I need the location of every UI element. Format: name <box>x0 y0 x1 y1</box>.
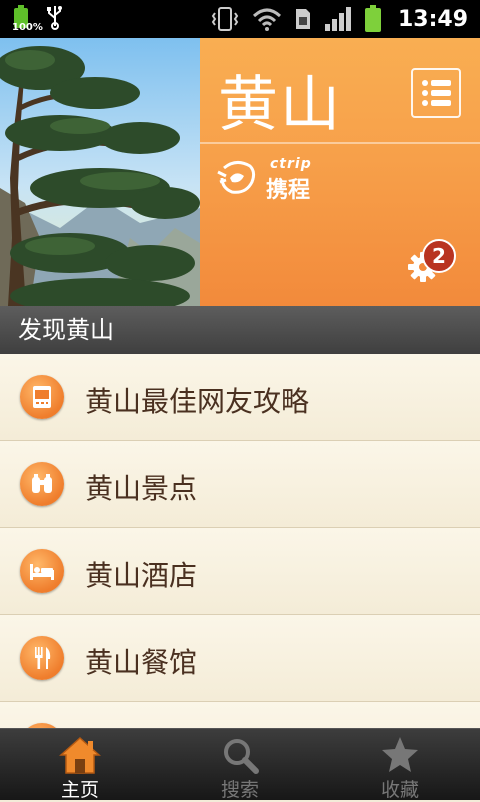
list-item-label: 黄山景点 <box>85 472 198 505</box>
list-item-restaurants[interactable]: 黄山餐馆 <box>0 615 480 702</box>
list-item-label: 黄山酒店 <box>85 559 198 592</box>
list-item-label: 黄山最佳网友攻略 <box>85 385 310 418</box>
section-title: 发现黄山 <box>0 306 480 354</box>
bed-icon <box>20 549 64 593</box>
city-photo <box>0 38 200 306</box>
list-item-attractions[interactable]: 黄山景点 <box>0 441 480 528</box>
battery-percent: 100% <box>12 22 43 33</box>
tab-label: 主页 <box>60 779 99 801</box>
binoculars-icon <box>20 462 64 506</box>
notification-badge[interactable]: 2 <box>422 239 456 273</box>
star-icon <box>382 737 418 772</box>
list-item-guide[interactable]: 黄山最佳网友攻略 <box>0 354 480 441</box>
wifi-icon <box>252 8 281 31</box>
header-divider <box>200 142 480 144</box>
home-icon <box>59 736 101 774</box>
bottom-tab-bar: 主页 搜索 收藏 <box>0 728 480 801</box>
guidebook-icon <box>20 375 64 419</box>
status-bar: 100% 13:49 <box>0 0 480 38</box>
tab-label: 搜索 <box>220 779 259 801</box>
ctrip-logo: ctrip 携程 <box>216 156 336 203</box>
tab-label: 收藏 <box>380 779 419 801</box>
tab-home[interactable]: 主页 <box>0 729 160 801</box>
list-item-label: 黄山餐馆 <box>85 646 198 679</box>
clock: 13:49 <box>397 6 468 32</box>
list-item-partial[interactable] <box>0 702 480 728</box>
city-header: 黄山 ctrip 携程 2 <box>0 38 480 306</box>
sim-card-icon <box>295 9 310 29</box>
discover-list: 黄山最佳网友攻略 黄山景点 黄山酒店 黄山餐馆 <box>0 354 480 728</box>
tab-search[interactable]: 搜索 <box>160 729 320 801</box>
signal-icon <box>324 7 351 31</box>
search-icon <box>224 739 259 774</box>
tab-favorites[interactable]: 收藏 <box>320 729 480 801</box>
vibrate-icon <box>211 7 239 31</box>
ctrip-latin: ctrip <box>270 156 312 172</box>
menu-button[interactable] <box>411 68 461 118</box>
city-title: 黄山 <box>218 70 342 140</box>
usb-icon <box>47 6 62 30</box>
list-menu-icon <box>422 80 451 106</box>
ctrip-brand: 携程 <box>266 178 311 203</box>
battery-icon <box>364 5 381 32</box>
list-item-hotels[interactable]: 黄山酒店 <box>0 528 480 615</box>
city-info-panel: 黄山 ctrip 携程 2 <box>200 38 480 306</box>
fork-knife-icon <box>20 636 64 680</box>
